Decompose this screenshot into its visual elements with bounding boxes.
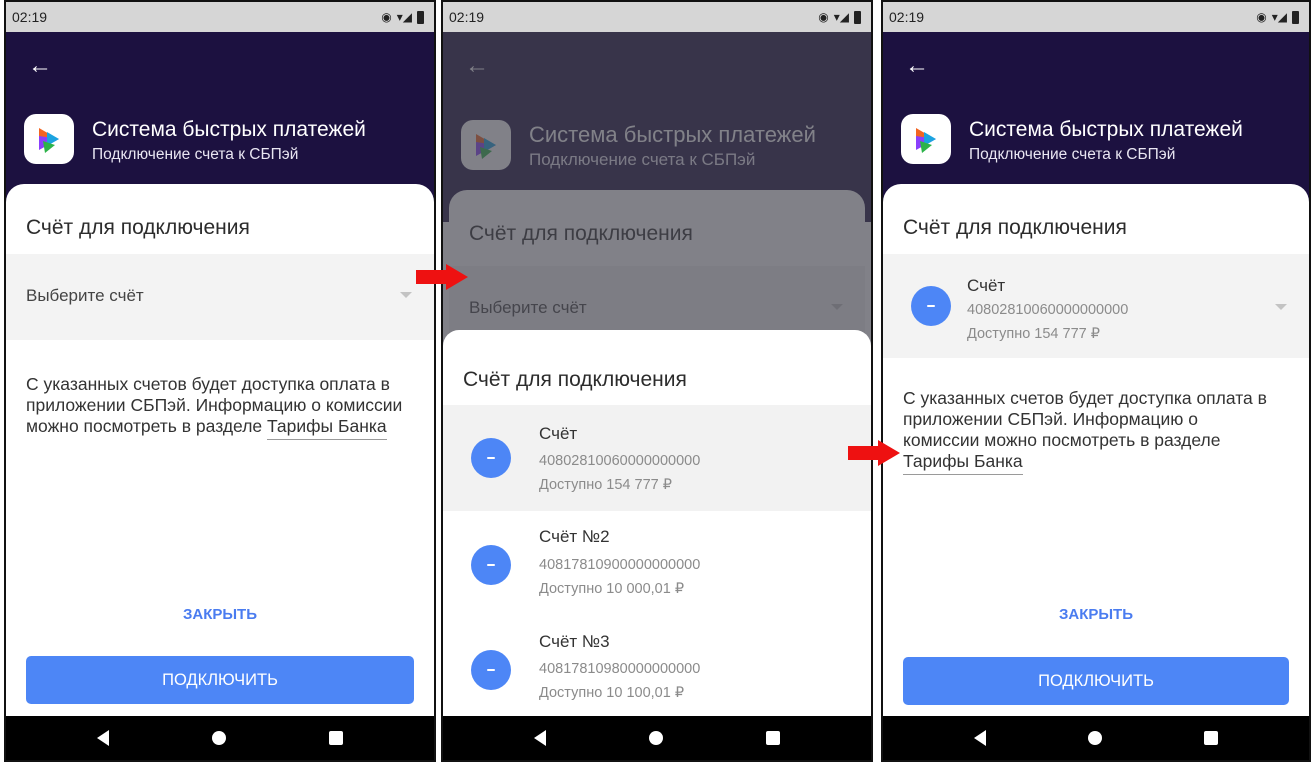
status-time: 02:19 [12, 9, 48, 25]
close-button[interactable]: ЗАКРЫТЬ [6, 606, 434, 623]
account-number: 40802810060000000000 [539, 453, 701, 469]
status-time: 02:19 [449, 9, 485, 25]
header-subtitle: Подключение счета к СБПэй [969, 146, 1176, 163]
sheet-title: Счёт для подключения [26, 216, 250, 239]
status-bar: 02:19 ◉ ▾◢ [443, 2, 871, 32]
selected-account-number: 40802810060000000000 [967, 302, 1129, 318]
account-select[interactable]: Счёт 40802810060000000000 Доступно 154 7… [883, 254, 1309, 358]
info-text-block: С указанных счетов будет доступка оплата… [26, 374, 404, 440]
account-icon [471, 545, 511, 585]
status-bar: 02:19 ◉ ▾◢ [6, 2, 434, 32]
tariffs-link[interactable]: Тарифы Банка [267, 416, 387, 440]
nav-back-icon[interactable] [534, 730, 547, 746]
account-icon [911, 286, 951, 326]
account-number: 40817810980000000000 [539, 661, 701, 677]
account-picker-sheet: Счёт для подключения Счёт 40802810060000… [443, 330, 871, 716]
screen-3: 02:19 ◉ ▾◢ ← Система быстрых платежей Под… [881, 0, 1311, 762]
nav-back-icon[interactable] [974, 730, 986, 746]
arrow-left-icon[interactable]: ← [28, 54, 52, 78]
tariffs-link[interactable]: Тарифы Банка [903, 451, 1023, 475]
status-icons: ◉ ▾◢ [381, 10, 424, 24]
caret-down-icon [1275, 304, 1287, 310]
account-name: Счёт №3 [539, 632, 610, 651]
nav-back-icon[interactable] [97, 730, 110, 746]
nav-bar [443, 716, 871, 760]
account-name: Счёт №2 [539, 527, 610, 546]
screen-1: 02:19 ◉ ▾◢ ← Система быстрых платежей Под… [4, 0, 436, 762]
connect-button[interactable]: ПОДКЛЮЧИТЬ [903, 657, 1289, 705]
account-available: Доступно 154 777 ₽ [539, 477, 672, 493]
account-select[interactable]: Выберите счёт [6, 254, 434, 340]
account-sheet: Счёт для подключения Выберите счёт С ука… [6, 184, 434, 716]
account-number: 40817810900000000000 [539, 557, 701, 573]
close-button[interactable]: ЗАКРЫТЬ [883, 606, 1309, 623]
nav-recent-icon[interactable] [1204, 731, 1218, 745]
sheet-title: Счёт для подключения [903, 216, 1127, 239]
account-available: Доступно 10 100,01 ₽ [539, 685, 685, 701]
account-available: Доступно 10 000,01 ₽ [539, 581, 685, 597]
connect-button[interactable]: ПОДКЛЮЧИТЬ [26, 656, 414, 704]
account-sheet: Счёт для подключения Счёт 40802810060000… [883, 184, 1309, 716]
account-name: Счёт [539, 424, 578, 443]
status-time: 02:19 [889, 9, 925, 25]
account-option-2[interactable]: Счёт №2 40817810900000000000 Доступно 10… [443, 512, 871, 618]
nav-home-icon[interactable] [211, 731, 226, 745]
arrow-left-icon[interactable]: ← [905, 54, 929, 78]
header-subtitle: Подключение счета к СБПэй [92, 146, 299, 163]
nav-bar [6, 716, 434, 760]
nav-bar [883, 716, 1309, 760]
account-icon [471, 438, 511, 478]
nav-recent-icon[interactable] [765, 731, 780, 745]
account-option-3[interactable]: Счёт №3 40817810980000000000 Доступно 10… [443, 618, 871, 716]
picker-title: Счёт для подключения [463, 368, 687, 391]
nav-recent-icon[interactable] [328, 731, 343, 745]
account-option-1[interactable]: Счёт 40802810060000000000 Доступно 154 7… [443, 405, 871, 511]
account-icon [471, 650, 511, 690]
caret-down-icon [400, 292, 412, 298]
status-icons: ◉ ▾◢ [1256, 10, 1299, 24]
nav-home-icon[interactable] [1088, 731, 1102, 745]
account-select-placeholder: Выберите счёт [26, 286, 144, 305]
selected-account-name: Счёт [967, 276, 1006, 295]
info-text-block: С указанных счетов будет доступка оплата… [903, 388, 1279, 475]
step-arrow-icon [416, 264, 468, 290]
sbp-logo-icon [901, 114, 951, 164]
status-icons: ◉ ▾◢ [818, 10, 861, 24]
status-bar: 02:19 ◉ ▾◢ [883, 2, 1309, 32]
selected-account-available: Доступно 154 777 ₽ [967, 326, 1100, 342]
info-text: С указанных счетов будет доступка оплата… [903, 388, 1267, 450]
header-title: Система быстрых платежей [969, 118, 1243, 141]
nav-home-icon[interactable] [648, 731, 663, 745]
screen-2: 02:19 ◉▾◢ ← Система быстрых платежей Под… [441, 0, 873, 762]
header-title: Система быстрых платежей [92, 118, 366, 141]
sbp-logo-icon [24, 114, 74, 164]
step-arrow-icon [848, 440, 900, 466]
